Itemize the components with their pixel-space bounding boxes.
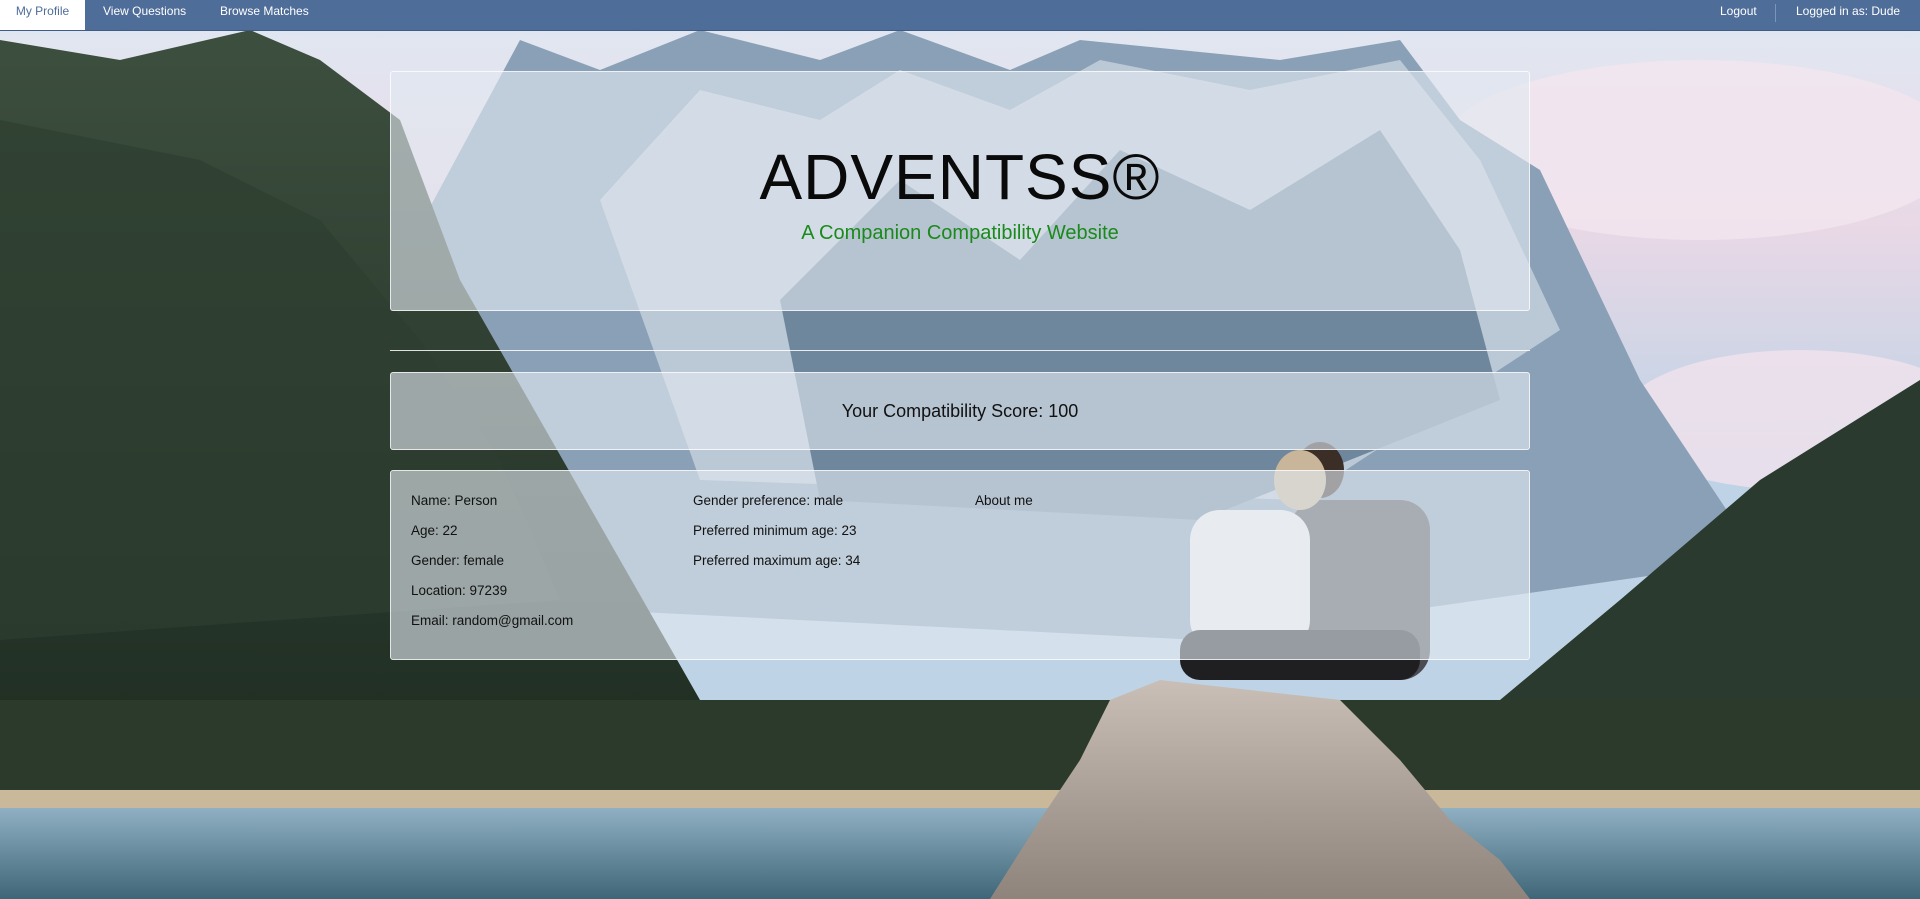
gender-preference: Gender preference: male <box>693 493 844 508</box>
profile-info-panel: Name: Person Age: 22 Gender: female Loca… <box>390 470 1530 660</box>
profile-email: Email: random@gmail.com <box>411 613 574 628</box>
preferred-max-age: Preferred maximum age: 34 <box>693 553 861 568</box>
nav-view-questions[interactable]: View Questions <box>103 0 186 30</box>
nav-logout[interactable]: Logout <box>1720 0 1757 30</box>
nav-separator <box>1775 4 1776 22</box>
site-subtitle: A Companion Compatibility Website <box>801 222 1119 244</box>
nav-logged-in-label: Logged in as: Dude <box>1796 4 1901 18</box>
profile-preferences-column: Gender preference: male Preferred minimu… <box>693 491 860 581</box>
profile-location: Location: 97239 <box>411 583 508 598</box>
about-me-column: About me <box>975 491 1033 521</box>
nav-browse-matches[interactable]: Browse Matches <box>220 0 309 30</box>
top-navbar: My Profile View Questions Browse Matches… <box>0 0 1920 31</box>
section-divider <box>390 350 1530 351</box>
preferred-min-age: Preferred minimum age: 23 <box>693 523 857 538</box>
profile-basic-column: Name: Person Age: 22 Gender: female Loca… <box>411 491 573 641</box>
compatibility-score-panel: Your Compatibility Score: 100 <box>390 372 1530 450</box>
site-title: ADVENTSS® <box>759 141 1161 213</box>
profile-gender: Gender: female <box>411 553 505 568</box>
profile-age: Age: 22 <box>411 523 458 538</box>
nav-my-profile[interactable]: My Profile <box>0 0 85 30</box>
profile-name: Name: Person <box>411 493 498 508</box>
hero-panel: ADVENTSS® A Companion Compatibility Webs… <box>390 71 1530 311</box>
about-me-heading: About me <box>975 493 1033 508</box>
compatibility-score: Your Compatibility Score: 100 <box>841 401 1079 421</box>
